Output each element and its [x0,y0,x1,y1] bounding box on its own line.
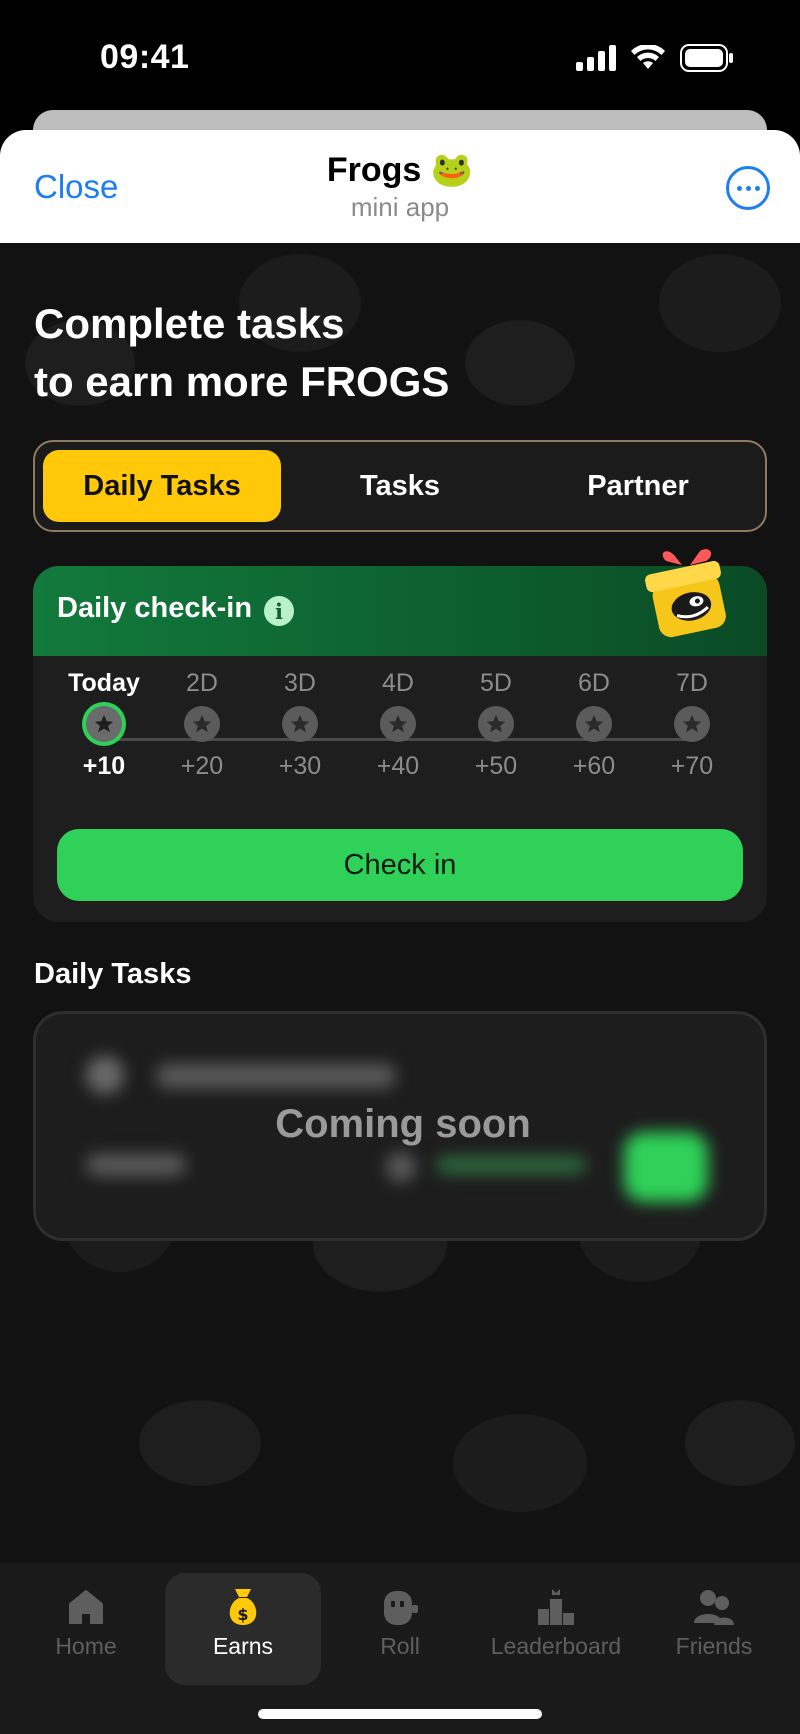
day-today: Today +10 [59,666,149,781]
star-icon [576,706,612,742]
coming-soon-label: Coming soon [275,1102,531,1146]
people-icon [652,1573,776,1629]
blurred-task-title [156,1064,396,1088]
nav-label: Leaderboard [490,1633,622,1659]
day-reward: +60 [572,752,616,780]
signal-icon [576,45,616,71]
nav-friends[interactable]: Friends [652,1573,776,1685]
day-reward: +30 [278,752,322,780]
nav-label: Home [55,1633,117,1659]
robot-icon [338,1573,462,1629]
nav-home[interactable]: Home [24,1573,148,1685]
nav-label: Friends [675,1633,753,1659]
nav-label: Roll [380,1633,420,1659]
nav-earns[interactable]: $ Earns [165,1573,321,1685]
svg-text:$: $ [237,1605,248,1624]
dot [736,185,742,191]
day-6: 6D +60 [549,666,639,781]
day-reward: +10 [82,752,126,780]
day-reward: +70 [670,752,714,780]
app-subtitle: mini app [350,192,450,222]
day-reward: +50 [474,752,518,780]
main-content: Complete tasks to earn more FROGS Daily … [0,243,800,1563]
task-tabs: Daily Tasks Tasks Partner [33,440,767,532]
money-bag-icon: $ [165,1573,321,1629]
app-header: Close Frogs 🐸 mini app [0,130,800,243]
podium-icon [478,1573,634,1629]
blurred-reward-icon [386,1152,416,1182]
star-icon [478,706,514,742]
info-icon[interactable]: i [264,596,294,626]
status-time: 09:41 [100,38,190,76]
status-bar: 09:41 [0,0,800,110]
home-indicator [258,1709,542,1719]
blurred-progress [436,1156,586,1174]
dot [745,185,751,191]
dot [754,185,760,191]
app-title: Frogs 🐸 [326,151,474,189]
day-label: 4D [382,669,414,697]
blurred-task-icon [86,1056,124,1094]
headline-line-1: Complete tasks [34,300,345,347]
nav-leaderboard[interactable]: Leaderboard [478,1573,634,1685]
star-icon [282,706,318,742]
star-icon [86,706,122,742]
tab-daily-tasks[interactable]: Daily Tasks [43,450,281,522]
tab-tasks[interactable]: Tasks [281,450,519,522]
wifi-icon [631,45,665,69]
daily-tasks-card: Coming soon [33,1011,767,1241]
battery-icon [680,44,733,72]
day-7: 7D +70 [647,666,737,781]
day-label: 5D [480,669,512,697]
nav-label: Earns [212,1633,274,1659]
day-label: 7D [676,669,708,697]
day-label: Today [68,669,140,697]
gift-box-icon [645,549,726,638]
tab-partner[interactable]: Partner [519,450,757,522]
home-icon [24,1573,148,1629]
day-3: 3D +30 [255,666,345,781]
checkin-title: Daily check-in [57,592,253,624]
status-icons [576,44,734,72]
day-2: 2D +20 [157,666,247,781]
day-4: 4D +40 [353,666,443,781]
day-label: 2D [186,669,218,697]
star-icon [674,706,710,742]
page-headline: Complete tasks to earn more FROGS [34,295,449,411]
day-label: 3D [284,669,316,697]
day-label: 6D [578,669,610,697]
day-reward: +40 [376,752,420,780]
star-icon [184,706,220,742]
star-icon [380,706,416,742]
blurred-task-meta [86,1154,186,1176]
daily-tasks-title: Daily Tasks [34,958,192,990]
check-in-button[interactable]: Check in [57,829,743,901]
day-reward: +20 [180,752,224,780]
day-5: 5D +50 [451,666,541,781]
more-options-button[interactable] [726,166,770,210]
checkin-days: Today +10 2D +20 3D +30 4D +40 5D +50 6D… [33,666,767,796]
headline-line-2: to earn more FROGS [34,358,450,405]
nav-roll[interactable]: Roll [338,1573,462,1685]
